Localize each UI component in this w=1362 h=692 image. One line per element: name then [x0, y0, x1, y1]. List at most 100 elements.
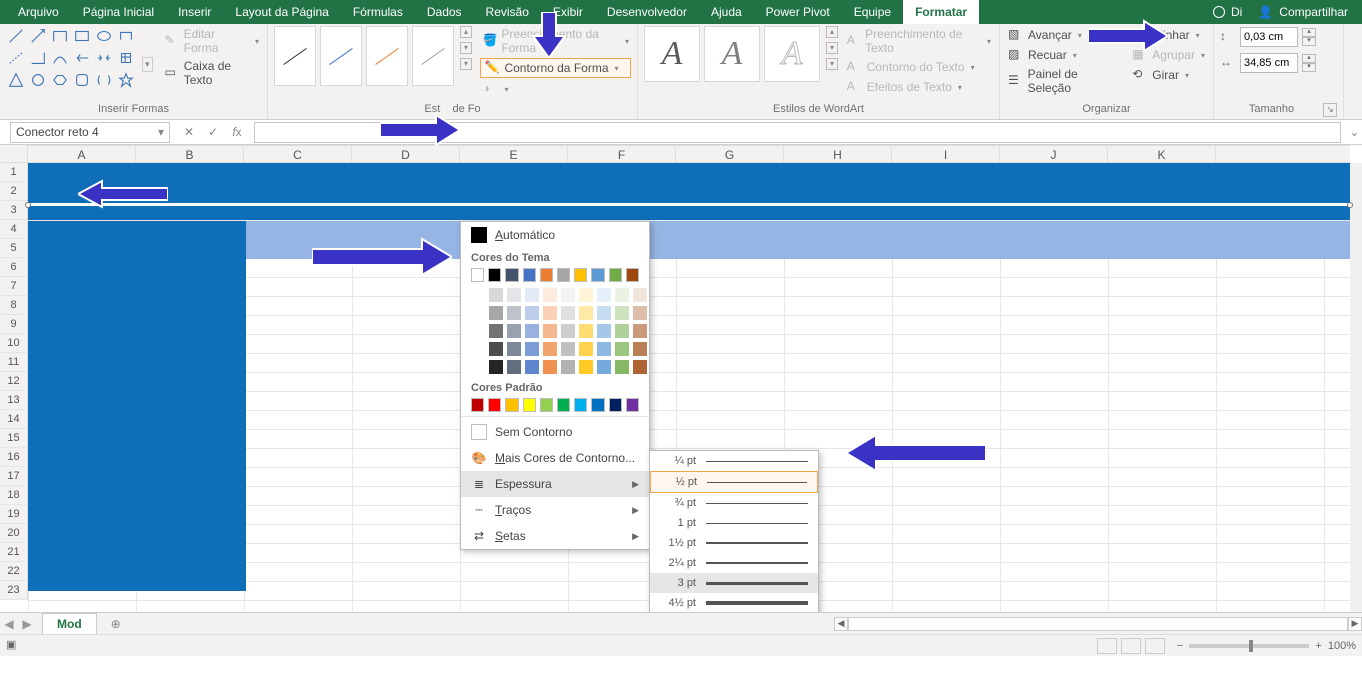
swatch[interactable]: [557, 398, 570, 412]
colhead-E[interactable]: E: [460, 146, 568, 162]
swatch[interactable]: [633, 342, 647, 356]
view-page-layout[interactable]: [1121, 638, 1141, 654]
sheet-tab-mod[interactable]: Mod: [42, 613, 97, 634]
gallery-more[interactable]: ▾: [142, 57, 153, 72]
horizontal-scrollbar[interactable]: ◀ ▶: [834, 617, 1362, 631]
swatch[interactable]: [609, 268, 622, 282]
swatch[interactable]: [471, 306, 485, 320]
wordart-gallery[interactable]: A A A: [644, 26, 820, 82]
swatch[interactable]: [597, 342, 611, 356]
swatch[interactable]: [561, 342, 575, 356]
swatch[interactable]: [597, 324, 611, 338]
rowhead-4[interactable]: 4: [0, 220, 27, 239]
theme-maincolors[interactable]: [461, 266, 649, 284]
rowhead-3[interactable]: 3: [0, 201, 27, 220]
rowhead-6[interactable]: 6: [0, 258, 27, 277]
sheet-nav-prev[interactable]: ◀: [0, 617, 18, 631]
swatch[interactable]: [633, 288, 647, 302]
weight-3pt[interactable]: 3 pt: [650, 573, 818, 593]
column-headers[interactable]: ABCDEFGHIJK: [28, 145, 1350, 163]
swatch[interactable]: [591, 398, 604, 412]
tab-pagina-inicial[interactable]: Página Inicial: [71, 0, 166, 24]
swatch[interactable]: [507, 324, 521, 338]
swatch[interactable]: [489, 360, 503, 374]
gallery-up[interactable]: ▴: [460, 26, 472, 38]
swatch[interactable]: [540, 398, 553, 412]
swatch[interactable]: [633, 324, 647, 338]
swatch[interactable]: [609, 398, 622, 412]
swatch[interactable]: [489, 324, 503, 338]
swatch[interactable]: [471, 268, 484, 282]
rowhead-15[interactable]: 15: [0, 429, 27, 448]
rowhead-20[interactable]: 20: [0, 524, 27, 543]
rowhead-2[interactable]: 2: [0, 182, 27, 201]
swatch[interactable]: [591, 268, 604, 282]
swatch[interactable]: [523, 268, 536, 282]
zoom-value[interactable]: 100%: [1328, 640, 1356, 652]
height-down[interactable]: ▾: [1302, 37, 1316, 46]
shape-blue-sidebar[interactable]: [28, 221, 246, 591]
swatch[interactable]: [540, 268, 553, 282]
swatch[interactable]: [561, 360, 575, 374]
row-headers[interactable]: 1234567891011121314151617181920212223: [0, 163, 28, 600]
outline-dashes[interactable]: ┄ Traços ▶: [461, 497, 649, 523]
rowhead-11[interactable]: 11: [0, 353, 27, 372]
name-box[interactable]: Conector reto 4 ▾: [10, 122, 170, 143]
rowhead-23[interactable]: 23: [0, 581, 27, 600]
swatch[interactable]: [489, 288, 503, 302]
swatch[interactable]: [471, 342, 485, 356]
selection-pane[interactable]: ☰Painel de Seleção: [1006, 66, 1124, 96]
zoom-slider[interactable]: [1189, 644, 1309, 648]
hscroll-left[interactable]: ◀: [834, 617, 848, 631]
select-all[interactable]: [0, 145, 28, 163]
swatch[interactable]: [507, 306, 521, 320]
rotate[interactable]: ⟲Girar: [1130, 66, 1207, 84]
rowhead-21[interactable]: 21: [0, 543, 27, 562]
more-outline-colors[interactable]: 🎨 Mais Cores de Contorno...: [461, 445, 649, 471]
swatch[interactable]: [615, 288, 629, 302]
view-normal[interactable]: [1097, 638, 1117, 654]
height-up[interactable]: ▴: [1302, 28, 1316, 37]
rowhead-9[interactable]: 9: [0, 315, 27, 334]
swatch[interactable]: [597, 288, 611, 302]
swatch[interactable]: [574, 398, 587, 412]
swatch[interactable]: [615, 342, 629, 356]
swatch[interactable]: [579, 306, 593, 320]
swatch[interactable]: [543, 306, 557, 320]
hscroll-right[interactable]: ▶: [1348, 617, 1362, 631]
cancel-entry[interactable]: ✕: [180, 125, 198, 139]
shape-blue-band[interactable]: [28, 163, 1350, 220]
rowhead-22[interactable]: 22: [0, 562, 27, 581]
tab-layout[interactable]: Layout da Página: [223, 0, 340, 24]
colhead-C[interactable]: C: [244, 146, 352, 162]
colhead-D[interactable]: D: [352, 146, 460, 162]
swatch[interactable]: [488, 398, 501, 412]
weight-¼pt[interactable]: ¼ pt: [650, 451, 818, 471]
sheet-nav-next[interactable]: ▶: [18, 617, 36, 631]
swatch[interactable]: [543, 360, 557, 374]
weight-4½pt[interactable]: 4½ pt: [650, 593, 818, 612]
shape-outline[interactable]: ✏️Contorno da Forma: [480, 58, 631, 78]
wa-up[interactable]: ▴: [826, 26, 838, 38]
swatch[interactable]: [471, 360, 485, 374]
swatch[interactable]: [574, 268, 587, 282]
swatch[interactable]: [579, 342, 593, 356]
swatch[interactable]: [561, 324, 575, 338]
weight-1pt[interactable]: 1 pt: [650, 513, 818, 533]
colhead-K[interactable]: K: [1108, 146, 1216, 162]
swatch[interactable]: [557, 268, 570, 282]
width-down[interactable]: ▾: [1302, 63, 1316, 72]
colhead-G[interactable]: G: [676, 146, 784, 162]
rowhead-16[interactable]: 16: [0, 448, 27, 467]
rowhead-18[interactable]: 18: [0, 486, 27, 505]
swatch[interactable]: [471, 288, 485, 302]
weight-2¼pt[interactable]: 2¼ pt: [650, 553, 818, 573]
shape-white-connector[interactable]: [28, 203, 1350, 206]
rowhead-17[interactable]: 17: [0, 467, 27, 486]
weight-½pt[interactable]: ½ pt: [650, 471, 818, 493]
swatch[interactable]: [525, 360, 539, 374]
rowhead-14[interactable]: 14: [0, 410, 27, 429]
confirm-entry[interactable]: ✓: [204, 125, 222, 139]
macro-record-icon[interactable]: ▣: [6, 638, 22, 654]
swatch[interactable]: [626, 398, 639, 412]
